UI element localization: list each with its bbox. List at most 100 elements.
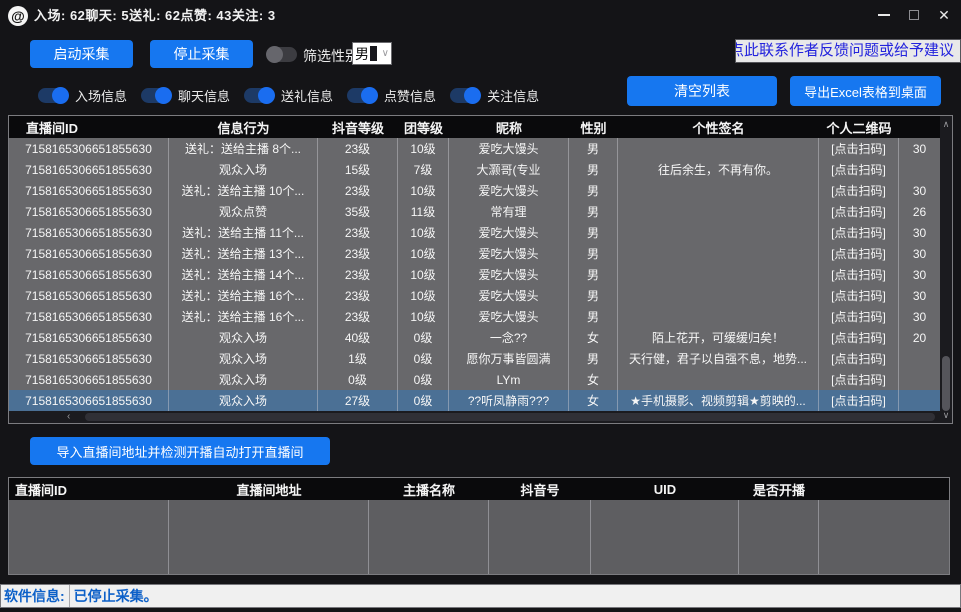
cell-douyin-level: 23级	[318, 180, 398, 201]
cell-action: 观众入场	[169, 159, 318, 180]
cell-signature	[618, 201, 819, 222]
cell-room-id: 7158165306651855630	[9, 264, 169, 285]
scrollbar-thumb[interactable]	[85, 413, 935, 421]
table-row[interactable]: 7158165306651855630观众入场40级0级一念??女陌上花开，可缓…	[9, 327, 952, 348]
qr-code-link[interactable]: [点击扫码]	[819, 306, 899, 327]
chevron-down-icon: ∨	[382, 48, 391, 59]
cell-room-id: 7158165306651855630	[9, 369, 169, 390]
clear-list-button[interactable]: 清空列表	[627, 76, 777, 106]
vertical-scrollbar[interactable]: ∧ ∨	[940, 116, 952, 423]
toggle-item: 入场信息	[38, 86, 127, 105]
gender-select-value: 男	[353, 44, 369, 64]
gender-filter-toggle[interactable]	[267, 47, 297, 62]
cell-gender: 男	[569, 201, 618, 222]
feedback-link[interactable]: 点此联系作者反馈问题或给予建议	[735, 39, 961, 63]
cell-team-level: 11级	[398, 201, 449, 222]
table-row[interactable]: 7158165306651855630观众入场15级7级大灏哥(专业男往后余生，…	[9, 159, 952, 180]
cell-gender: 男	[569, 285, 618, 306]
cell-nickname: LYm	[449, 369, 569, 390]
cell-signature	[618, 138, 819, 159]
cell-team-level: 0级	[398, 348, 449, 369]
cell-team-level: 10级	[398, 285, 449, 306]
cell-team-level: 0级	[398, 390, 449, 411]
scrollbar-thumb[interactable]	[942, 356, 950, 411]
toggle-item: 关注信息	[450, 86, 539, 105]
table-row[interactable]: 7158165306651855630送礼：送给主播 10个...23级10级爱…	[9, 180, 952, 201]
toggle-enter-info[interactable]	[38, 88, 68, 103]
cell-nickname: ??听凤静雨???	[449, 390, 569, 411]
cell-count	[899, 369, 940, 390]
header-cell: 抖音等级	[318, 116, 398, 138]
cell-nickname: 愿你万事皆圆满	[449, 348, 569, 369]
header-cell: 性别	[569, 116, 618, 138]
table-row[interactable]: 7158165306651855630观众入场1级0级愿你万事皆圆满男天行健，君…	[9, 348, 952, 369]
empty-cell	[369, 500, 489, 574]
close-button[interactable]: ✕	[932, 4, 956, 26]
cell-nickname: 爱吃大馒头	[449, 243, 569, 264]
toggle-chat-info[interactable]	[141, 88, 171, 103]
cell-room-id: 7158165306651855630	[9, 222, 169, 243]
toggle-knob	[464, 87, 481, 104]
minimize-button[interactable]	[872, 4, 896, 26]
cell-room-id: 7158165306651855630	[9, 201, 169, 222]
horizontal-scrollbar[interactable]: ‹	[9, 411, 940, 423]
cell-douyin-level: 40级	[318, 327, 398, 348]
toggle-label: 入场信息	[75, 86, 127, 105]
qr-code-link[interactable]: [点击扫码]	[819, 327, 899, 348]
qr-code-link[interactable]: [点击扫码]	[819, 201, 899, 222]
qr-code-link[interactable]: [点击扫码]	[819, 180, 899, 201]
export-excel-button[interactable]: 导出Excel表格到桌面	[790, 76, 941, 106]
cell-action: 送礼：送给主播 8个...	[169, 138, 318, 159]
cell-gender: 女	[569, 390, 618, 411]
qr-code-link[interactable]: [点击扫码]	[819, 138, 899, 159]
table-row[interactable]: 7158165306651855630送礼：送给主播 13个...23级10级爱…	[9, 243, 952, 264]
cell-douyin-level: 23级	[318, 285, 398, 306]
qr-code-link[interactable]: [点击扫码]	[819, 243, 899, 264]
cell-signature	[618, 243, 819, 264]
cell-douyin-level: 23级	[318, 222, 398, 243]
start-collect-button[interactable]: 启动采集	[30, 40, 133, 68]
cell-signature	[618, 306, 819, 327]
cell-room-id: 7158165306651855630	[9, 138, 169, 159]
cell-action: 送礼：送给主播 14个...	[169, 264, 318, 285]
cell-signature	[618, 285, 819, 306]
qr-code-link[interactable]: [点击扫码]	[819, 390, 899, 411]
cell-douyin-level: 23级	[318, 306, 398, 327]
table-row[interactable]: 7158165306651855630送礼：送给主播 16个...23级10级爱…	[9, 285, 952, 306]
maximize-button[interactable]	[902, 4, 926, 26]
qr-code-link[interactable]: [点击扫码]	[819, 348, 899, 369]
scroll-left-icon: ‹	[67, 411, 70, 423]
cell-team-level: 7级	[398, 159, 449, 180]
qr-code-link[interactable]: [点击扫码]	[819, 222, 899, 243]
qr-code-link[interactable]: [点击扫码]	[819, 369, 899, 390]
cell-room-id: 7158165306651855630	[9, 390, 169, 411]
table-row[interactable]: 7158165306651855630观众入场27级0级??听凤静雨???女★手…	[9, 390, 952, 411]
toggle-follow-info[interactable]	[450, 88, 480, 103]
cell-douyin-level: 0级	[318, 369, 398, 390]
toggle-gift-info[interactable]	[244, 88, 274, 103]
gender-select[interactable]: 男 ∨	[352, 42, 392, 65]
table-row[interactable]: 7158165306651855630观众点赞35级11级常有理男[点击扫码]2…	[9, 201, 952, 222]
table-row[interactable]: 7158165306651855630送礼：送给主播 14个...23级10级爱…	[9, 264, 952, 285]
cell-douyin-level: 23级	[318, 138, 398, 159]
header-cell: 主播名称	[369, 478, 489, 500]
toggle-like-info[interactable]	[347, 88, 377, 103]
cell-signature: ★手机摄影、视频剪辑★剪映的...	[618, 390, 819, 411]
table-row[interactable]: 7158165306651855630观众入场0级0级LYm女[点击扫码]	[9, 369, 952, 390]
table-row[interactable]: 7158165306651855630送礼：送给主播 16个...23级10级爱…	[9, 306, 952, 327]
cell-count	[899, 390, 940, 411]
import-rooms-button[interactable]: 导入直播间地址并检测开播自动打开直播间	[30, 437, 330, 465]
cell-room-id: 7158165306651855630	[9, 243, 169, 264]
stop-collect-button[interactable]: 停止采集	[150, 40, 253, 68]
table-row[interactable]: 7158165306651855630送礼：送给主播 11个...23级10级爱…	[9, 222, 952, 243]
table-row[interactable]: 7158165306651855630送礼：送给主播 8个...23级10级爱吃…	[9, 138, 952, 159]
qr-code-link[interactable]: [点击扫码]	[819, 264, 899, 285]
empty-cell	[819, 500, 949, 574]
minimize-icon	[878, 14, 890, 16]
scroll-down-icon: ∨	[943, 409, 950, 421]
qr-code-link[interactable]: [点击扫码]	[819, 285, 899, 306]
qr-code-link[interactable]: [点击扫码]	[819, 159, 899, 180]
cell-room-id: 7158165306651855630	[9, 348, 169, 369]
header-cell: UID	[591, 478, 739, 500]
cell-count: 30	[899, 264, 940, 285]
